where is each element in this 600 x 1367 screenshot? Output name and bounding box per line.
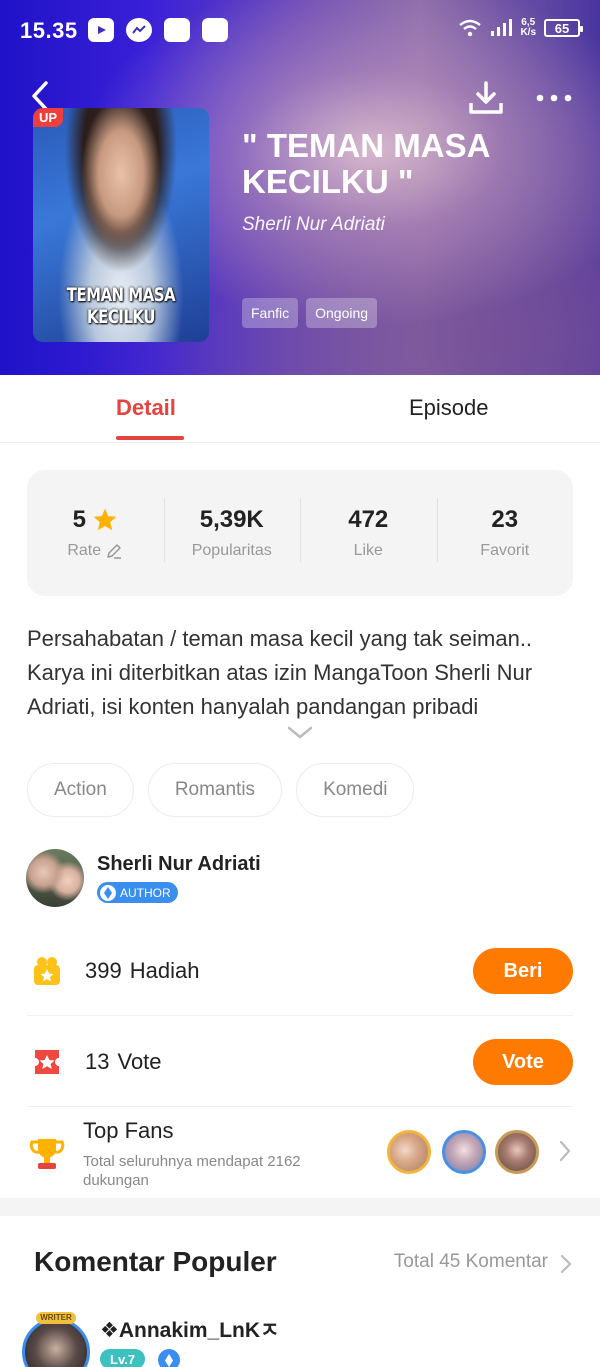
stat-popularity: 5,39K Popularitas (163, 498, 301, 562)
app-notification-icon-2 (202, 18, 228, 42)
top-fans-row[interactable]: Top Fans Total seluruhnya mendapat 2162 … (27, 1108, 573, 1198)
active-tab-indicator (116, 436, 184, 440)
stat-like-label: Like (353, 542, 383, 559)
genre-tag-action[interactable]: Action (27, 763, 134, 817)
expand-description-button[interactable] (286, 726, 314, 742)
chevron-right-icon (559, 1140, 571, 1162)
network-speed: 6,5 K/s (520, 18, 536, 38)
book-tags: Fanfic Ongoing (242, 298, 378, 328)
stat-favorite: 23 Favorit (436, 498, 574, 562)
stat-rate-label-row: Rate (27, 542, 164, 560)
battery-indicator: 65 (544, 19, 583, 37)
status-indicators: 6,5 K/s 65 (458, 18, 583, 38)
book-author[interactable]: Sherli Nur Adriati (242, 214, 385, 236)
section-divider (0, 1198, 600, 1216)
popular-comments-title: Komentar Populer (34, 1246, 277, 1277)
book-cover[interactable]: TEMAN MASA KECILKU (33, 108, 209, 342)
gift-label: Hadiah (129, 957, 200, 983)
commenter-level-badge: Lv.7 (100, 1349, 146, 1367)
gift-row: 399 Hadiah Beri (27, 926, 573, 1016)
genre-tag-komedi[interactable]: Komedi (296, 763, 415, 817)
download-button[interactable] (466, 78, 506, 118)
messenger-icon (126, 18, 152, 42)
writer-frame-badge: WRITER (36, 1312, 76, 1324)
gift-icon (27, 951, 67, 991)
notification-icons (88, 18, 228, 42)
edit-pencil-icon[interactable] (105, 542, 123, 560)
commenter-name[interactable]: ❖Annakim_LnKㅈ (100, 1314, 279, 1344)
author-badge-icon (100, 884, 116, 901)
youtube-icon (88, 18, 114, 42)
book-description: Persahabatan / teman masa kecil yang tak… (27, 626, 533, 719)
author-badge-label: AUTHOR (120, 885, 171, 900)
vote-summary: 13 Vote (85, 1049, 162, 1075)
vote-count: 13 (85, 1048, 110, 1074)
fan-avatar-1[interactable] (387, 1130, 431, 1174)
trophy-icon (27, 1134, 67, 1174)
author-badge-icon (158, 1349, 180, 1367)
comments-total-link[interactable]: Total 45 Komentar (394, 1251, 548, 1273)
author-badge: AUTHOR (97, 882, 178, 903)
stat-favorite-label: Favorit (480, 542, 530, 559)
status-time: 15.35 (20, 18, 78, 43)
chevron-down-icon (287, 726, 313, 739)
stats-panel: 5 Rate 5,39K Popularitas 472 Like 23 Fav… (27, 470, 573, 596)
stat-popularity-value: 5,39K (199, 506, 264, 533)
genre-tags: Action Romantis Komedi (27, 763, 415, 817)
star-icon (93, 508, 117, 531)
stat-rate[interactable]: 5 Rate (27, 506, 164, 560)
tab-detail[interactable]: Detail (116, 395, 176, 421)
book-title: " TEMAN MASA KECILKU " (242, 127, 490, 200)
vote-row: 13 Vote Vote (27, 1017, 573, 1107)
give-gift-button[interactable]: Beri (473, 948, 573, 994)
detail-tabs: Detail Episode (0, 375, 600, 443)
stat-like: 472 Like (300, 498, 437, 562)
fan-avatar-2[interactable] (442, 1130, 486, 1174)
stat-favorite-value: 23 (491, 506, 519, 533)
author-name[interactable]: Sherli Nur Adriati (97, 853, 261, 876)
fan-avatar-3[interactable] (495, 1130, 539, 1174)
gift-summary: 399 Hadiah (85, 958, 199, 984)
gift-count: 399 (85, 957, 122, 983)
cover-title-text: TEMAN MASA KECILKU (66, 284, 176, 328)
tag-fanfic[interactable]: Fanfic (242, 298, 299, 328)
author-avatar[interactable] (26, 849, 84, 907)
more-dots-icon (536, 94, 572, 102)
tab-episode[interactable]: Episode (409, 395, 489, 421)
chevron-right-icon (560, 1254, 572, 1274)
more-options-button[interactable] (532, 80, 576, 116)
stat-rate-label: Rate (67, 542, 102, 559)
stat-rate-value: 5 (72, 506, 86, 533)
stat-like-value: 472 (348, 506, 389, 533)
update-badge: UP (33, 108, 64, 127)
network-speed-unit: K/s (520, 27, 536, 38)
download-icon (469, 81, 503, 114)
top-fans-subtitle: Total seluruhnya mendapat 2162 dukungan (83, 1153, 301, 1189)
signal-icon (491, 19, 513, 36)
vote-button[interactable]: Vote (473, 1039, 573, 1085)
top-fans-title: Top Fans (83, 1118, 174, 1143)
wifi-icon (459, 19, 482, 37)
commenter-avatar[interactable] (22, 1318, 90, 1367)
book-header: 15.35 6,5 K/s 65 TEMAN MASA KECILKU UP "… (0, 0, 600, 375)
stat-rate-value-row: 5 (27, 506, 164, 534)
genre-tag-romantis[interactable]: Romantis (147, 763, 283, 817)
stat-popularity-label: Popularitas (191, 542, 272, 559)
status-bar: 15.35 6,5 K/s 65 (0, 0, 600, 62)
ticket-icon (27, 1042, 67, 1082)
app-notification-icon (164, 18, 190, 42)
tag-ongoing: Ongoing (306, 298, 378, 328)
vote-label: Vote (117, 1048, 162, 1074)
